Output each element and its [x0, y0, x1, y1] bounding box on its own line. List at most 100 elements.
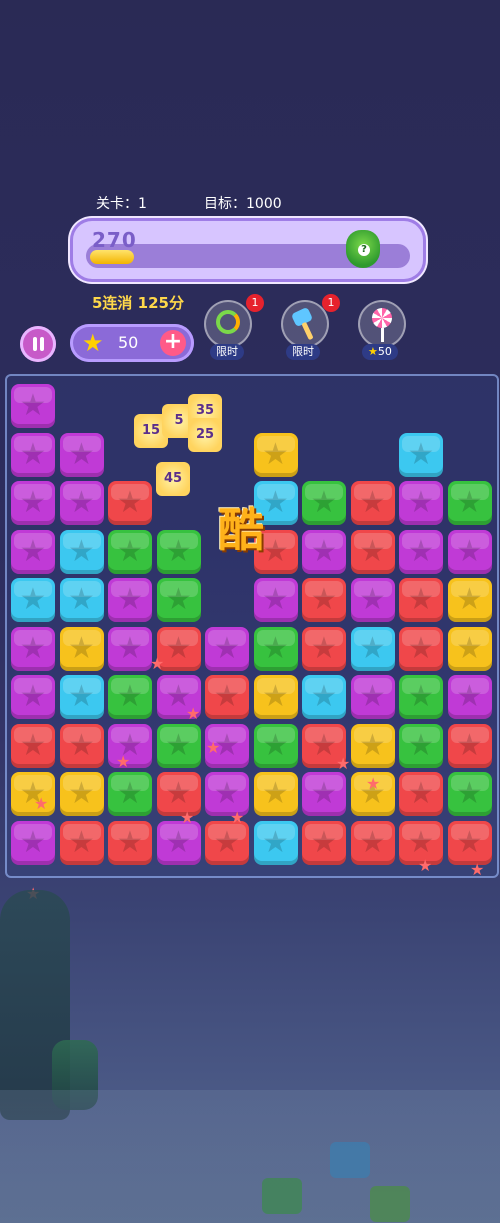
praise-text: 酷: [218, 503, 264, 557]
purple-star-block[interactable]: ★: [350, 675, 395, 719]
star-icon: ★: [359, 630, 386, 666]
blue-star-block[interactable]: ★: [253, 820, 298, 865]
green-star-block[interactable]: ★: [253, 723, 298, 768]
red-star-block[interactable]: ★: [11, 723, 55, 768]
yellow-star-block[interactable]: ★: [447, 626, 492, 671]
tool-label: 限时: [210, 344, 244, 360]
purple-star-block[interactable]: ★: [399, 481, 443, 525]
purple-star-block[interactable]: ★: [302, 529, 346, 574]
green-star-block[interactable]: ★: [399, 675, 443, 719]
yellow-star-block[interactable]: ★: [59, 772, 104, 816]
red-star-block[interactable]: ★: [447, 723, 492, 768]
purple-star-block[interactable]: ★: [11, 529, 55, 574]
green-star-block[interactable]: ★: [156, 529, 201, 574]
star-icon: ★: [165, 582, 192, 617]
yellow-star-block[interactable]: ★: [59, 626, 104, 671]
blue-star-block[interactable]: ★: [59, 578, 104, 622]
blue-star-block[interactable]: ★: [302, 675, 346, 719]
cube-decoration: [370, 1186, 410, 1222]
star-icon: ★: [165, 824, 192, 860]
yellow-star-block[interactable]: ★: [253, 675, 298, 719]
red-star-block[interactable]: ★: [350, 820, 395, 865]
yellow-star-block[interactable]: ★: [253, 772, 298, 816]
score-popup: 25: [188, 418, 222, 452]
red-star-block[interactable]: ★: [108, 820, 152, 865]
purple-star-block[interactable]: ★: [11, 384, 55, 428]
red-star-block[interactable]: ★: [108, 481, 152, 525]
star-icon: ★: [407, 679, 435, 714]
hammer-tool-button[interactable]: [281, 300, 329, 348]
pause-button[interactable]: [20, 326, 56, 362]
red-star-block[interactable]: ★: [399, 626, 443, 671]
blue-star-block[interactable]: ★: [11, 578, 55, 622]
blue-star-block[interactable]: ★: [399, 432, 443, 477]
lollipop-tool-button[interactable]: [358, 300, 406, 348]
blue-star-block[interactable]: ★: [59, 675, 104, 719]
purple-star-block[interactable]: ★: [11, 820, 55, 865]
purple-star-block[interactable]: ★: [108, 626, 152, 671]
purple-star-block[interactable]: ★: [59, 481, 104, 525]
green-star-block[interactable]: ★: [108, 772, 152, 816]
green-star-block[interactable]: ★: [447, 772, 492, 816]
green-star-block[interactable]: ★: [253, 626, 298, 671]
star-icon: ★: [262, 727, 289, 763]
purple-star-block[interactable]: ★: [11, 432, 55, 477]
green-star-block[interactable]: ★: [156, 723, 201, 768]
add-coins-button[interactable]: +: [160, 330, 186, 356]
yellow-star-block[interactable]: ★: [350, 723, 395, 768]
red-star-block[interactable]: ★: [302, 578, 346, 622]
sparkle-icon: ★: [116, 752, 131, 771]
star-icon: ★: [456, 824, 483, 860]
green-star-block[interactable]: ★: [108, 675, 152, 719]
blue-star-block[interactable]: ★: [59, 529, 104, 574]
purple-star-block[interactable]: ★: [302, 772, 346, 816]
green-star-block[interactable]: ★: [108, 529, 152, 574]
red-star-block[interactable]: ★: [205, 675, 249, 719]
red-star-block[interactable]: ★: [59, 723, 104, 768]
red-star-block[interactable]: ★: [399, 772, 443, 816]
purple-star-block[interactable]: ★: [253, 578, 298, 622]
star-coin-icon: ★: [368, 345, 378, 358]
tool-badge: 1: [246, 294, 264, 312]
star-icon: ★: [359, 485, 386, 520]
red-star-block[interactable]: ★: [350, 481, 395, 525]
green-star-block[interactable]: ★: [156, 578, 201, 622]
purple-star-block[interactable]: ★: [447, 675, 492, 719]
star-icon: ★: [68, 824, 95, 860]
purple-star-block[interactable]: ★: [108, 578, 152, 622]
green-star-block[interactable]: ★: [399, 723, 443, 768]
red-star-block[interactable]: ★: [350, 529, 395, 574]
purple-star-block[interactable]: ★: [11, 626, 55, 671]
red-star-block[interactable]: ★: [399, 578, 443, 622]
star-icon: ★: [310, 582, 338, 617]
purple-star-block[interactable]: ★: [11, 675, 55, 719]
purple-star-block[interactable]: ★: [11, 481, 55, 525]
seabed-decoration: [0, 1090, 500, 1223]
purple-star-block[interactable]: ★: [59, 432, 104, 477]
purple-star-block[interactable]: ★: [447, 529, 492, 574]
purple-star-block[interactable]: ★: [156, 820, 201, 865]
star-icon: ★: [165, 727, 192, 763]
blue-star-block[interactable]: ★: [350, 626, 395, 671]
red-star-block[interactable]: ★: [205, 820, 249, 865]
green-star-block[interactable]: ★: [447, 481, 492, 525]
score-popup: 45: [156, 462, 190, 496]
star-icon: ★: [262, 630, 289, 666]
yellow-star-block[interactable]: ★: [253, 432, 298, 477]
purple-star-block[interactable]: ★: [205, 626, 249, 671]
red-star-block[interactable]: ★: [302, 626, 346, 671]
purple-star-block[interactable]: ★: [350, 578, 395, 622]
red-star-block[interactable]: ★: [302, 820, 346, 865]
score-progress-fill: [90, 250, 134, 264]
shuffle-tool-button[interactable]: [204, 300, 252, 348]
star-icon: ★: [407, 727, 435, 763]
red-star-block[interactable]: ★: [59, 820, 104, 865]
star-icon: ★: [19, 727, 47, 763]
star-icon: ★: [68, 727, 95, 763]
yellow-star-block[interactable]: ★: [11, 772, 55, 816]
red-star-block[interactable]: ★: [447, 820, 492, 865]
yellow-star-block[interactable]: ★: [447, 578, 492, 622]
star-icon: ★: [407, 630, 435, 666]
purple-star-block[interactable]: ★: [399, 529, 443, 574]
green-star-block[interactable]: ★: [302, 481, 346, 525]
